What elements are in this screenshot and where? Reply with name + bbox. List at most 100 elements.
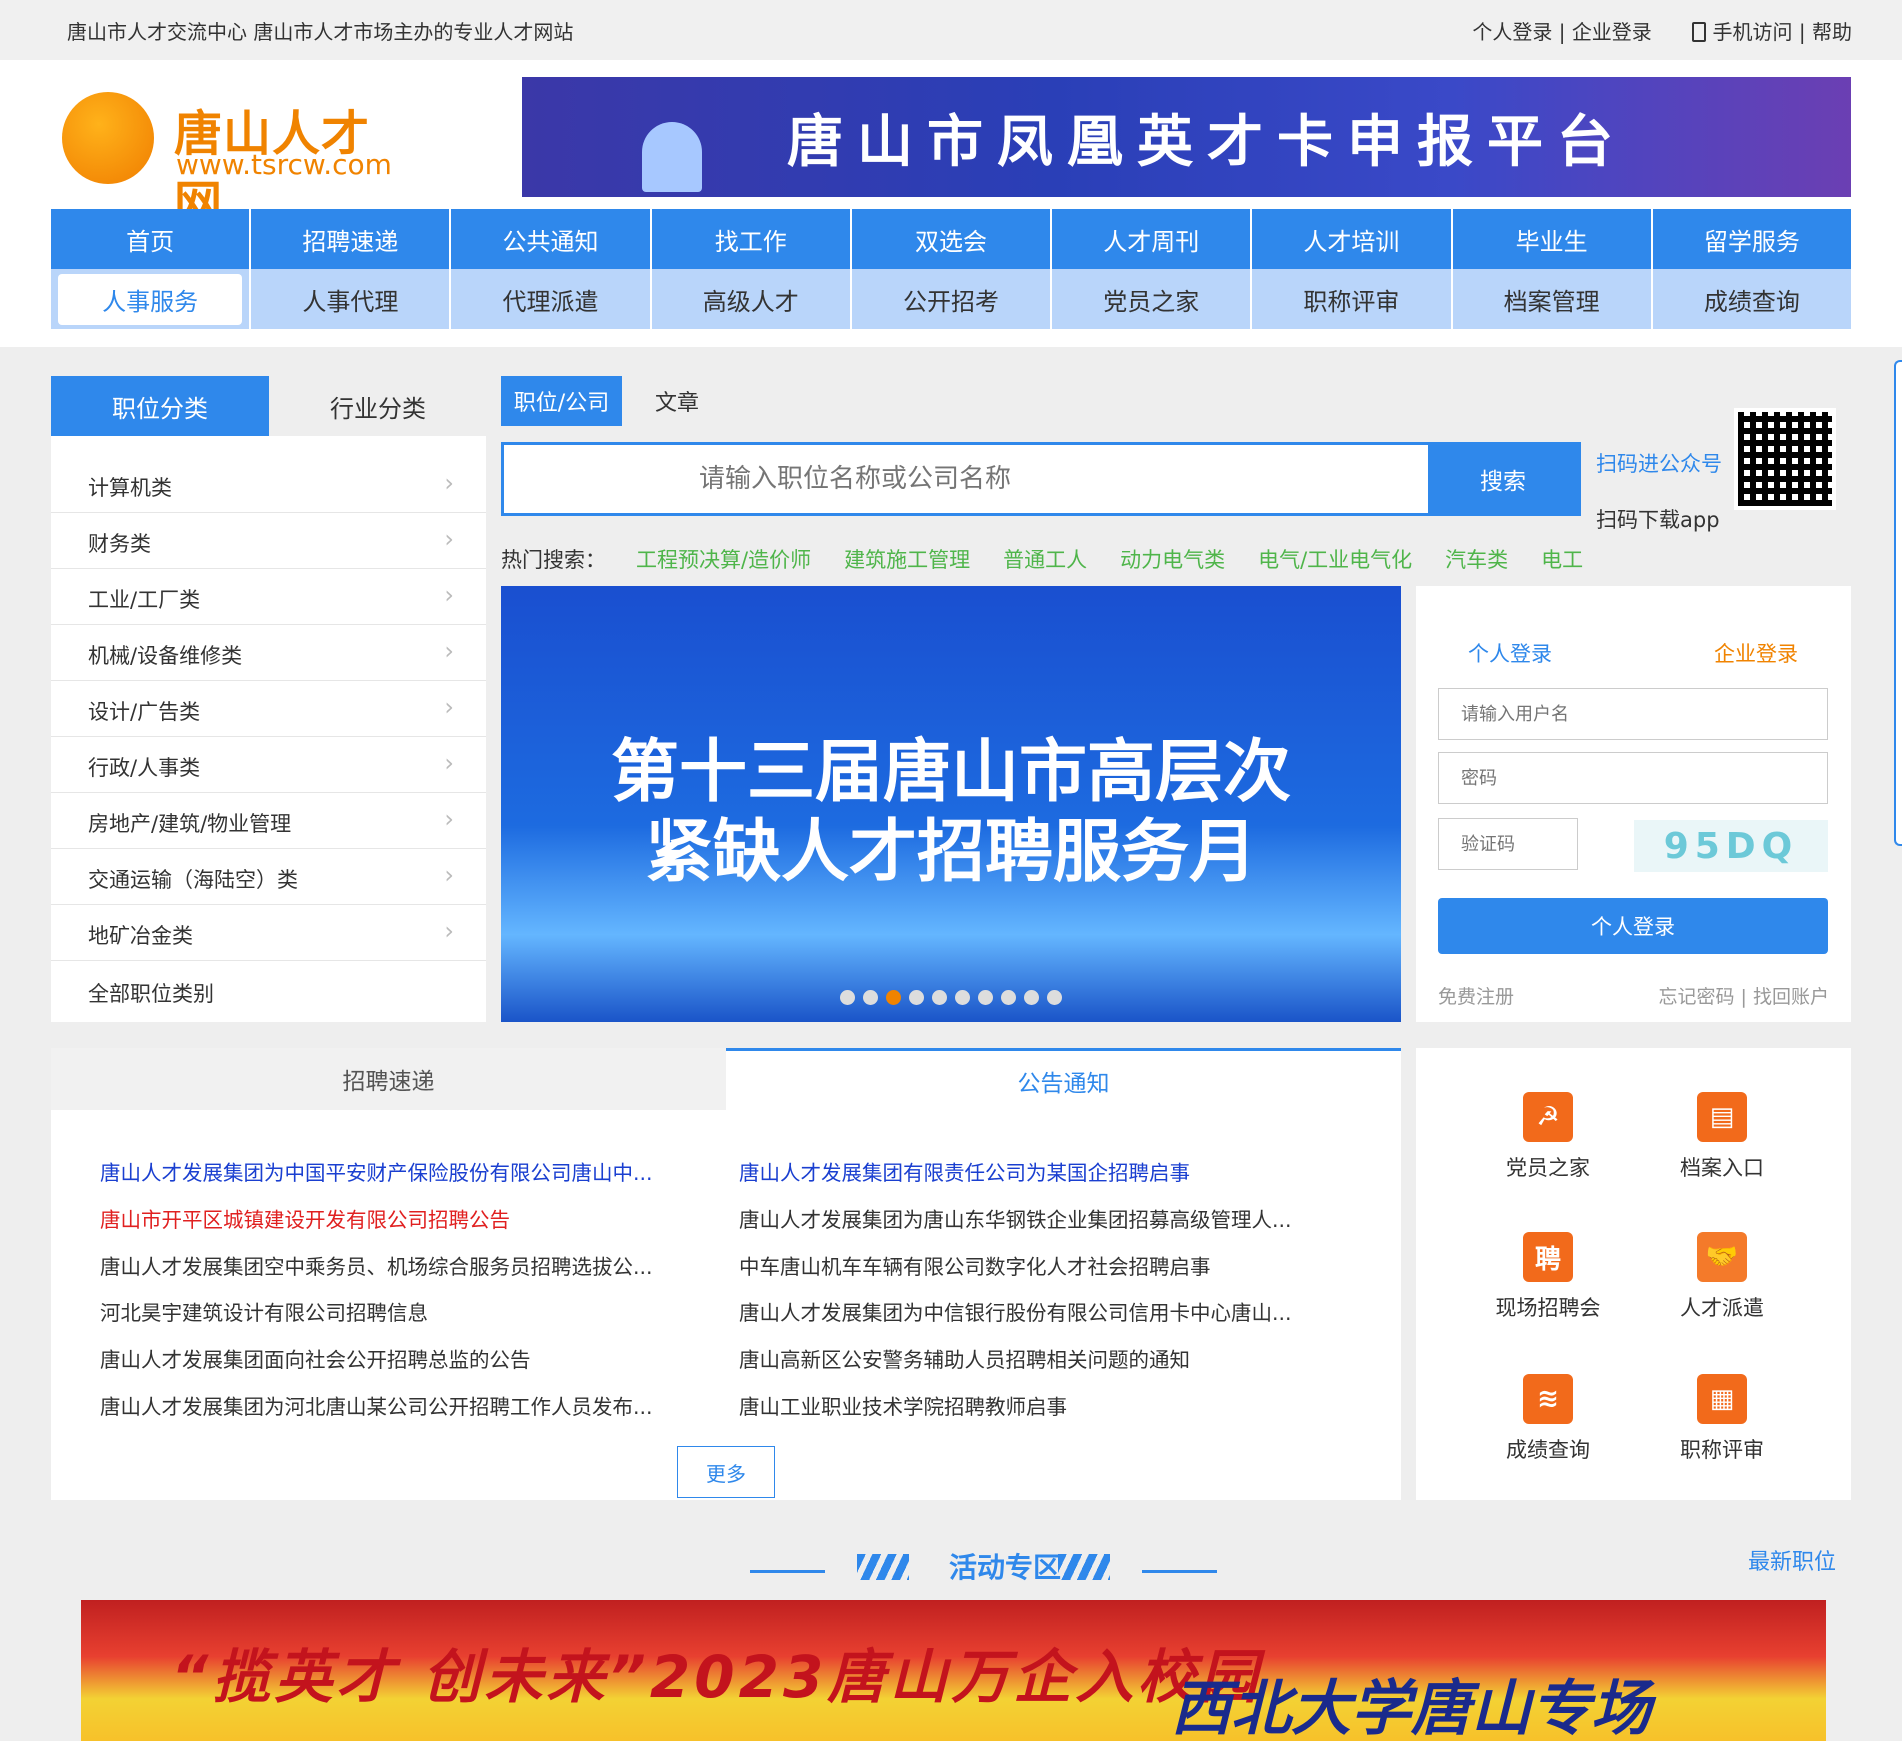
nav-item[interactable]: 留学服务 [1653, 209, 1851, 269]
news-link[interactable]: 河北昊宇建筑设计有限公司招聘信息 [100, 1296, 680, 1326]
category-item[interactable]: 机械/设备维修类 › [51, 625, 486, 681]
decor-slash-icon [857, 1554, 909, 1580]
subnav-item[interactable]: 公开招考 [852, 269, 1053, 329]
qr-wechat-link[interactable]: 扫码进公众号 [1596, 448, 1722, 478]
quick-link-label: 现场招聘会 [1495, 1296, 1601, 1320]
tab-announcements[interactable]: 公告通知 [726, 1048, 1401, 1110]
company-login-link[interactable]: 企业登录 [1572, 20, 1652, 44]
nav-item[interactable]: 首页 [51, 209, 252, 269]
notice-link[interactable]: 唐山人才发展集团为中信银行股份有限公司信用卡中心唐山... [739, 1296, 1319, 1326]
latest-jobs-link[interactable]: 最新职位 [1748, 1544, 1836, 1576]
tab-job-company[interactable]: 职位/公司 [501, 376, 622, 426]
carousel-dot[interactable] [1024, 990, 1039, 1005]
carousel-dot[interactable] [932, 990, 947, 1005]
nav-item[interactable]: 人才周刊 [1052, 209, 1253, 269]
carousel-dot[interactable] [840, 990, 855, 1005]
quick-link-party[interactable]: ☭ 党员之家 [1461, 1086, 1635, 1216]
news-link[interactable]: 唐山人才发展集团面向社会公开招聘总监的公告 [100, 1343, 680, 1373]
search-input[interactable] [504, 445, 1429, 513]
tab-articles[interactable]: 文章 [622, 376, 732, 426]
hot-keyword[interactable]: 工程预决算/造价师 [636, 548, 811, 572]
more-button[interactable]: 更多 [677, 1446, 775, 1498]
top-banner[interactable]: 唐山市凤凰英才卡申报平台 [522, 77, 1851, 197]
site-logo[interactable]: 唐山人才网 www.tsrcw.com [62, 90, 402, 232]
category-item[interactable]: 设计/广告类 › [51, 681, 486, 737]
quick-link-dispatch[interactable]: 🤝 人才派遣 [1635, 1226, 1809, 1356]
subnav-item[interactable]: 党员之家 [1052, 269, 1253, 329]
hot-keyword[interactable]: 动力电气类 [1120, 548, 1225, 572]
hot-keyword[interactable]: 普通工人 [1003, 548, 1087, 572]
subnav-item-active[interactable]: 人事服务 [51, 269, 252, 329]
category-item[interactable]: 地矿冶金类 › [51, 905, 486, 961]
mobile-link[interactable]: 手机访问 [1713, 20, 1793, 44]
subnav-label: 人事服务 [58, 273, 243, 325]
decor-line [750, 1570, 825, 1573]
personal-login-link[interactable]: 个人登录 [1472, 20, 1552, 44]
carousel-dot[interactable] [909, 990, 924, 1005]
hot-keyword[interactable]: 电气/工业电气化 [1258, 548, 1412, 572]
notice-link[interactable]: 唐山人才发展集团有限责任公司为某国企招聘启事 [739, 1156, 1319, 1186]
subnav-item[interactable]: 人事代理 [251, 269, 452, 329]
login-button[interactable]: 个人登录 [1438, 898, 1828, 954]
news-link[interactable]: 唐山人才发展集团为河北唐山某公司公开招聘工作人员发布... [100, 1390, 680, 1420]
category-item[interactable]: 交通运输（海陆空）类 › [51, 849, 486, 905]
tab-company-login[interactable]: 企业登录 [1714, 638, 1798, 668]
register-link[interactable]: 免费注册 [1438, 982, 1514, 1009]
side-float-tab[interactable] [1894, 360, 1902, 846]
subnav-item[interactable]: 代理派遣 [451, 269, 652, 329]
hot-keyword[interactable]: 建筑施工管理 [844, 548, 970, 572]
tab-job-category[interactable]: 职位分类 [51, 376, 269, 436]
category-item[interactable]: 财务类 › [51, 513, 486, 569]
subnav-item[interactable]: 高级人才 [652, 269, 852, 329]
notice-link[interactable]: 唐山工业职业技术学院招聘教师启事 [739, 1390, 1319, 1420]
news-link[interactable]: 唐山人才发展集团为中国平安财产保险股份有限公司唐山中... [100, 1156, 680, 1186]
category-item[interactable]: 工业/工厂类 › [51, 569, 486, 625]
activity-banner[interactable]: “揽英才 创未来”2023唐山万企入校园 西北大学唐山专场 [81, 1600, 1826, 1741]
category-item[interactable]: 行政/人事类 › [51, 737, 486, 793]
quick-link-label: 档案入口 [1680, 1156, 1764, 1180]
captcha-field[interactable] [1438, 818, 1578, 870]
notice-link[interactable]: 唐山人才发展集团为唐山东华钢铁企业集团招募高级管理人... [739, 1203, 1319, 1233]
carousel-dot[interactable] [1047, 990, 1062, 1005]
quick-link-title-review[interactable]: ▦ 职称评审 [1635, 1368, 1809, 1498]
nav-item[interactable]: 双选会 [852, 209, 1053, 269]
password-field[interactable] [1438, 752, 1828, 804]
quick-link-archive[interactable]: ▤ 档案入口 [1635, 1086, 1809, 1216]
carousel-dot[interactable] [886, 990, 901, 1005]
subnav-item[interactable]: 档案管理 [1453, 269, 1653, 329]
hot-keyword[interactable]: 汽车类 [1445, 548, 1508, 572]
news-link[interactable]: 唐山人才发展集团空中乘务员、机场综合服务员招聘选拔公... [100, 1250, 680, 1280]
carousel-dot[interactable] [1001, 990, 1016, 1005]
subnav-item[interactable]: 成绩查询 [1653, 269, 1851, 329]
notice-link[interactable]: 唐山高新区公安警务辅助人员招聘相关问题的通知 [739, 1343, 1319, 1373]
hot-keyword[interactable]: 电工 [1541, 548, 1583, 572]
tab-personal-login[interactable]: 个人登录 [1468, 638, 1552, 668]
forgot-password-link[interactable]: 忘记密码 | 找回账户 [1659, 982, 1829, 1009]
notice-link[interactable]: 中车唐山机车车辆有限公司数字化人才社会招聘启事 [739, 1250, 1319, 1280]
quick-link-score[interactable]: ≋ 成绩查询 [1461, 1368, 1635, 1498]
carousel-dot[interactable] [955, 990, 970, 1005]
nav-item[interactable]: 招聘速递 [251, 209, 452, 269]
quick-link-label: 成绩查询 [1506, 1438, 1590, 1462]
hero-carousel[interactable]: 第十三届唐山市高层次 紧缺人才招聘服务月 [501, 586, 1401, 1022]
help-link[interactable]: 帮助 [1812, 20, 1852, 44]
captcha-image[interactable]: 95DQ [1634, 820, 1828, 872]
category-item-all[interactable]: 全部职位类别 [51, 963, 486, 1019]
nav-item[interactable]: 毕业生 [1453, 209, 1653, 269]
nav-item[interactable]: 公共通知 [451, 209, 652, 269]
handshake-icon: 🤝 [1697, 1232, 1747, 1282]
subnav-item[interactable]: 职称评审 [1252, 269, 1453, 329]
news-link[interactable]: 唐山市开平区城镇建设开发有限公司招聘公告 [100, 1203, 680, 1233]
tab-recruitment-express[interactable]: 招聘速递 [51, 1048, 726, 1110]
category-item[interactable]: 房地产/建筑/物业管理 › [51, 793, 486, 849]
nav-item[interactable]: 人才培训 [1252, 209, 1453, 269]
nav-item[interactable]: 找工作 [652, 209, 852, 269]
quick-link-job-fair[interactable]: 聘现场招聘会 [1461, 1226, 1635, 1356]
carousel-dot[interactable] [978, 990, 993, 1005]
main-nav: 首页 招聘速递 公共通知 找工作 双选会 人才周刊 人才培训 毕业生 留学服务 [51, 209, 1851, 269]
category-item[interactable]: 计算机类 › [51, 457, 486, 513]
tab-industry-category[interactable]: 行业分类 [269, 376, 487, 436]
username-field[interactable] [1438, 688, 1828, 740]
carousel-dot[interactable] [863, 990, 878, 1005]
search-button[interactable]: 搜索 [1428, 445, 1578, 513]
